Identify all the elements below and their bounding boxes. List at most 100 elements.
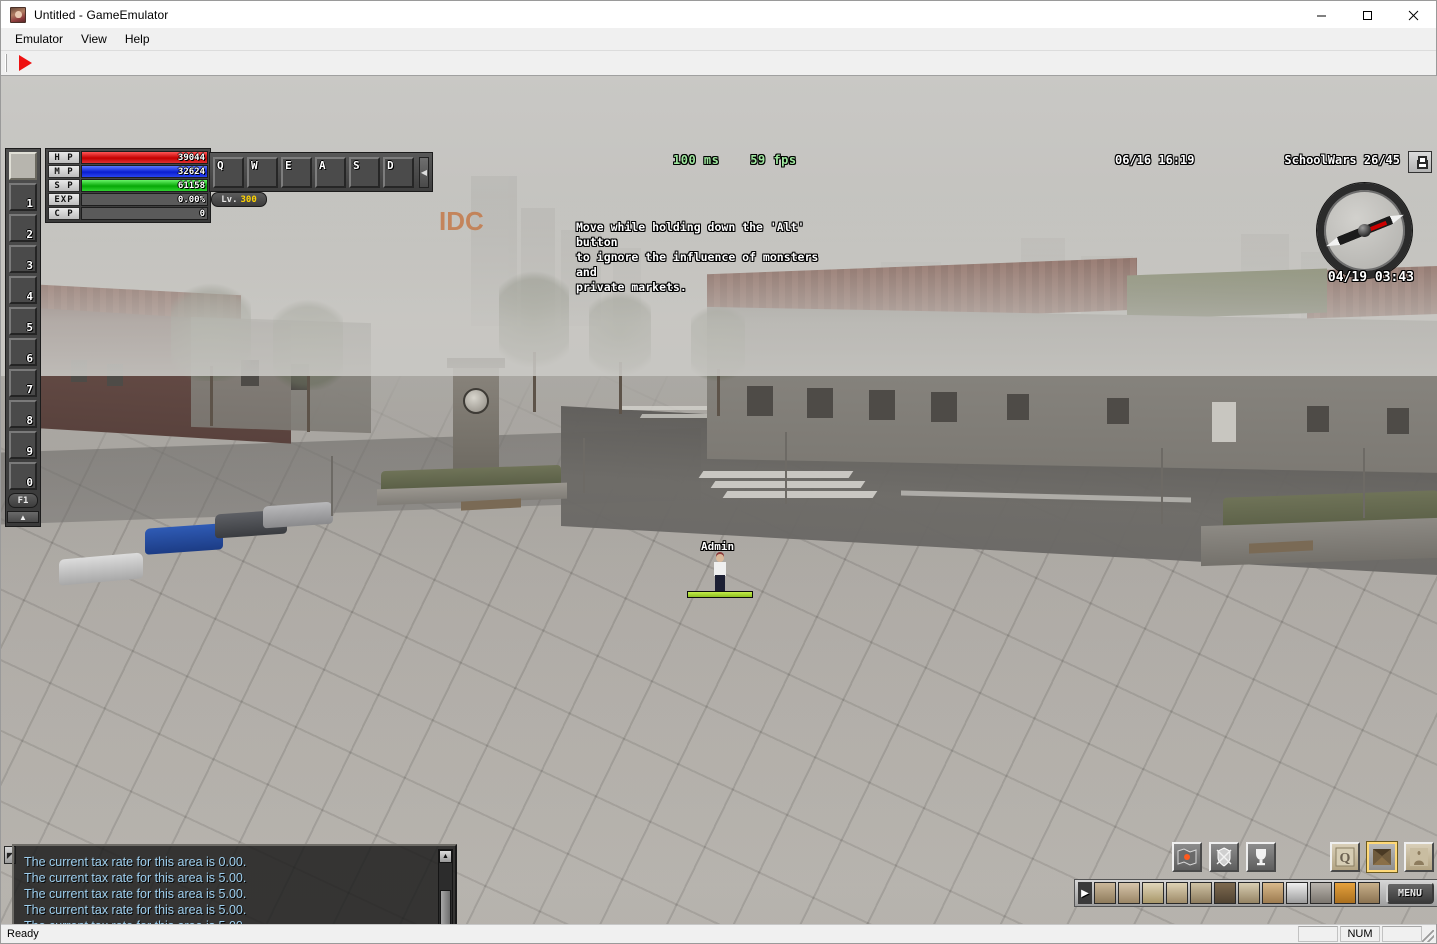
tower-clock-face <box>463 388 489 414</box>
player-nameplate: Admin <box>701 540 735 553</box>
player-character[interactable] <box>711 554 729 594</box>
left-slot-0[interactable]: 0 <box>9 462 37 490</box>
quick-slot-11[interactable] <box>1334 882 1356 904</box>
performance-readout: 100 ms 59 fps <box>673 153 797 167</box>
collapse-up-icon[interactable]: ▲ <box>7 511 39 523</box>
stat-row-cp: C P 0 <box>48 207 208 220</box>
quick-slot-12[interactable] <box>1358 882 1380 904</box>
window-controls <box>1298 1 1436 29</box>
quick-slot-4[interactable] <box>1166 882 1188 904</box>
quick-slot-5[interactable] <box>1190 882 1212 904</box>
level-badge: Lv. 300 <box>211 192 267 207</box>
status-pane-num: NUM <box>1340 926 1380 942</box>
chat-message-list: The current tax rate for this area is 0.… <box>24 854 433 924</box>
menu-button[interactable]: MENU <box>1386 882 1434 904</box>
stat-label-hp: H P <box>48 151 80 164</box>
chat-scrollbar[interactable]: ▲ ▼ <box>438 849 453 924</box>
compass[interactable] <box>1317 183 1412 278</box>
skill-slot-key: Q <box>217 158 224 172</box>
menu-item-emulator[interactable]: Emulator <box>6 30 72 49</box>
close-button[interactable] <box>1390 1 1436 29</box>
maximize-button[interactable] <box>1344 1 1390 29</box>
minimize-button[interactable] <box>1298 1 1344 29</box>
chat-message: The current tax rate for this area is 5.… <box>24 903 247 917</box>
player-health-bar <box>687 591 753 598</box>
status-panes: NUM <box>1298 926 1422 942</box>
left-slot-1[interactable]: 1 <box>9 183 37 211</box>
left-slot-label: 4 <box>26 290 33 303</box>
status-pane-3 <box>1382 926 1422 942</box>
lamp-post <box>785 432 787 504</box>
left-slot-7[interactable]: 7 <box>9 369 37 397</box>
scroll-up-icon[interactable]: ▲ <box>439 850 452 863</box>
left-slot-2[interactable]: 2 <box>9 214 37 242</box>
planter-wall <box>1201 517 1437 567</box>
quick-slot-3[interactable] <box>1142 882 1164 904</box>
stat-bar-sp: 61158 <box>81 179 208 192</box>
skill-slot-s[interactable]: S <box>349 156 380 188</box>
level-value: 300 <box>240 194 257 205</box>
skill-slot-key: D <box>387 158 394 172</box>
quick-slot-9[interactable] <box>1286 882 1308 904</box>
expand-right-icon[interactable]: ▶ <box>1078 882 1092 904</box>
window-title: Untitled - GameEmulator <box>34 7 169 22</box>
trophy-icon[interactable] <box>1246 842 1276 872</box>
action-icon-bar: Q <box>1172 842 1434 872</box>
stat-label-cp: C P <box>48 207 80 220</box>
chat-log-frame: The current tax rate for this area is 0.… <box>12 844 457 924</box>
framerate-value: 59 fps <box>750 153 797 167</box>
run-button[interactable] <box>11 51 39 75</box>
quick-slot-2[interactable] <box>1118 882 1140 904</box>
player-stats-panel: H P 39044 M P 32624 S P 61158 EXP 0.00% … <box>45 148 211 223</box>
left-slot-label: 0 <box>26 476 33 489</box>
skill-slot-q[interactable]: Q <box>213 156 244 188</box>
stat-value-exp: 0.00% <box>177 195 205 205</box>
quick-slot-7[interactable] <box>1238 882 1260 904</box>
game-viewport[interactable]: IDC 1 2 3 4 5 6 7 8 9 0 F1 ▲ H P 39044 M… <box>1 76 1437 924</box>
tip-text: Move while holding down the 'Alt' button… <box>576 220 836 295</box>
left-slot-6[interactable]: 6 <box>9 338 37 366</box>
title-bar: Untitled - GameEmulator <box>1 1 1436 29</box>
left-slot-column: 1 2 3 4 5 6 7 8 9 0 F1 ▲ <box>5 148 41 527</box>
lamp-post <box>331 456 333 516</box>
left-slot-9[interactable]: 9 <box>9 431 37 459</box>
left-slot-selected[interactable] <box>9 152 37 180</box>
stat-value-sp: 61158 <box>177 181 205 191</box>
scrollbar-thumb[interactable] <box>440 890 451 924</box>
latency-value: 100 ms <box>673 153 720 167</box>
skill-slot-a[interactable]: A <box>315 156 346 188</box>
stat-row-exp: EXP 0.00% <box>48 193 208 206</box>
skill-slot-d[interactable]: D <box>383 156 414 188</box>
tool-bar <box>1 50 1436 76</box>
window-mode-icon[interactable] <box>1408 151 1432 173</box>
skill-slot-key: W <box>251 158 258 172</box>
character-icon[interactable] <box>1404 842 1434 872</box>
stat-value-hp: 39044 <box>177 153 205 163</box>
left-slot-5[interactable]: 5 <box>9 307 37 335</box>
left-slot-label: 2 <box>26 228 33 241</box>
function-key-button[interactable]: F1 <box>8 493 38 508</box>
resize-grip-icon[interactable] <box>1422 930 1434 942</box>
left-slot-3[interactable]: 3 <box>9 245 37 273</box>
left-slot-8[interactable]: 8 <box>9 400 37 428</box>
left-slot-4[interactable]: 4 <box>9 276 37 304</box>
menu-item-help[interactable]: Help <box>116 30 159 49</box>
menu-item-view[interactable]: View <box>72 30 116 49</box>
app-icon <box>10 6 26 23</box>
status-text: Ready <box>7 928 39 940</box>
left-slot-label: 1 <box>26 197 33 210</box>
stat-row-hp: H P 39044 <box>48 151 208 164</box>
quest-icon[interactable]: Q <box>1330 842 1360 872</box>
quick-slot-10[interactable] <box>1310 882 1332 904</box>
pvp-icon[interactable] <box>1209 842 1239 872</box>
minimap-icon[interactable] <box>1172 842 1202 872</box>
inventory-icon[interactable] <box>1367 842 1397 872</box>
toolbar-grip[interactable] <box>3 53 9 73</box>
quick-slot-8[interactable] <box>1262 882 1284 904</box>
skill-slot-e[interactable]: E <box>281 156 312 188</box>
quick-slot-6[interactable] <box>1214 882 1236 904</box>
lamp-post <box>583 438 585 493</box>
skill-slot-w[interactable]: W <box>247 156 278 188</box>
collapse-left-icon[interactable]: ◀ <box>419 156 429 188</box>
quick-slot-1[interactable] <box>1094 882 1116 904</box>
